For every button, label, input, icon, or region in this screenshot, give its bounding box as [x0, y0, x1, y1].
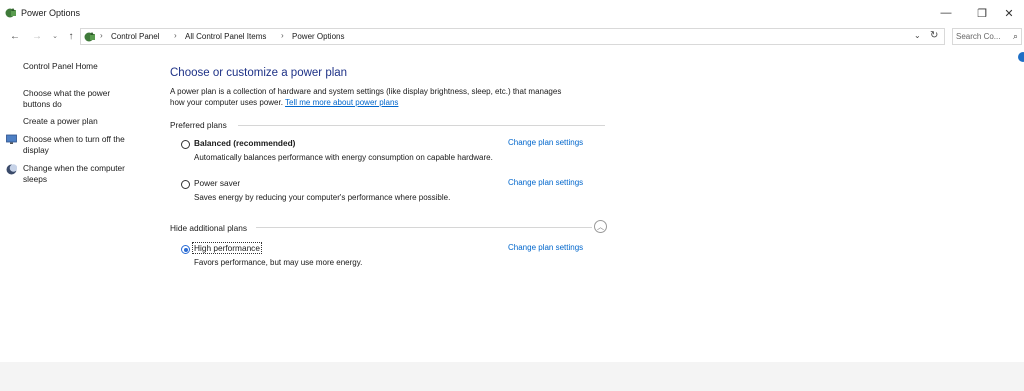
moon-icon — [6, 164, 17, 175]
additional-plans-divider — [256, 227, 592, 228]
address-dropdown-chevron-icon[interactable]: ⌄ — [914, 31, 921, 40]
plan-name-power-saver[interactable]: Power saver — [194, 178, 240, 188]
collapse-chevron-icon[interactable]: ︿ — [594, 220, 607, 233]
preferred-plans-divider — [238, 125, 605, 126]
sidebar-item-label: sleeps — [23, 174, 47, 184]
back-arrow-icon[interactable]: ← — [8, 29, 22, 43]
breadcrumb-separator: › — [174, 31, 177, 40]
change-plan-settings-high-performance[interactable]: Change plan settings — [508, 243, 583, 252]
sidebar-item-label: buttons do — [23, 99, 62, 109]
window-title: Power Options — [21, 8, 81, 18]
search-input[interactable] — [956, 31, 1008, 42]
breadcrumb-power-options[interactable]: Power Options — [292, 32, 344, 41]
radio-high-performance[interactable] — [181, 245, 190, 254]
address-bar[interactable]: › Control Panel › All Control Panel Item… — [80, 28, 945, 45]
title-bar: Power Options — ❐ ✕ — [0, 0, 1024, 26]
forward-arrow-icon[interactable]: → — [30, 29, 44, 43]
monitor-icon — [6, 134, 17, 144]
radio-power-saver[interactable] — [181, 180, 190, 189]
hide-additional-plans-label[interactable]: Hide additional plans — [170, 223, 247, 233]
sidebar-item-label: Choose when to turn off the — [23, 134, 125, 144]
sidebar-item-label: display — [23, 145, 49, 155]
sidebar-item-power-buttons[interactable]: Choose what the power buttons do — [23, 88, 110, 110]
search-box[interactable]: ⌕ — [952, 28, 1022, 45]
preferred-plans-label: Preferred plans — [170, 120, 227, 130]
plan-name-balanced[interactable]: Balanced (recommended) — [194, 138, 295, 148]
radio-balanced[interactable] — [181, 140, 190, 149]
page-description: A power plan is a collection of hardware… — [170, 86, 610, 108]
recent-locations-chevron-icon[interactable]: ⌄ — [48, 29, 62, 43]
plan-desc-balanced: Automatically balances performance with … — [194, 153, 493, 162]
refresh-icon[interactable]: ↻ — [930, 30, 938, 41]
page-title: Choose or customize a power plan — [170, 67, 348, 79]
close-button[interactable]: ✕ — [994, 0, 1024, 26]
breadcrumb-separator: › — [281, 31, 284, 40]
plan-desc-power-saver: Saves energy by reducing your computer's… — [194, 193, 451, 202]
navigation-bar: ← → ⌄ ↑ › Control Panel › All Control Pa… — [0, 26, 1024, 46]
up-arrow-icon[interactable]: ↑ — [64, 29, 78, 43]
tell-me-more-link[interactable]: Tell me more about power plans — [285, 98, 398, 107]
minimize-button[interactable]: — — [928, 0, 964, 26]
plan-desc-high-performance: Favors performance, but may use more ene… — [194, 258, 363, 267]
search-icon[interactable]: ⌕ — [1013, 31, 1018, 42]
breadcrumb-separator: › — [100, 31, 103, 40]
breadcrumb-control-panel[interactable]: Control Panel — [111, 32, 159, 41]
help-icon[interactable] — [1018, 52, 1024, 62]
power-options-icon — [5, 8, 16, 18]
change-plan-settings-power-saver[interactable]: Change plan settings — [508, 178, 583, 187]
change-plan-settings-balanced[interactable]: Change plan settings — [508, 138, 583, 147]
plan-name-high-performance[interactable]: High performance — [192, 242, 262, 254]
sidebar-control-panel-home[interactable]: Control Panel Home — [23, 61, 98, 72]
description-line: how your computer uses power. — [170, 98, 283, 107]
bottom-panel — [0, 362, 1024, 391]
sidebar-item-label: Change when the computer — [23, 163, 125, 173]
sidebar-item-create-plan[interactable]: Create a power plan — [23, 116, 98, 127]
description-line: A power plan is a collection of hardware… — [170, 87, 562, 96]
sidebar-item-label: Choose what the power — [23, 88, 111, 98]
control-panel-icon — [84, 32, 95, 42]
sidebar-item-sleep[interactable]: Change when the computer sleeps — [23, 163, 125, 185]
breadcrumb-all-control-panel-items[interactable]: All Control Panel Items — [185, 32, 266, 41]
sidebar-item-display-off[interactable]: Choose when to turn off the display — [23, 134, 125, 156]
